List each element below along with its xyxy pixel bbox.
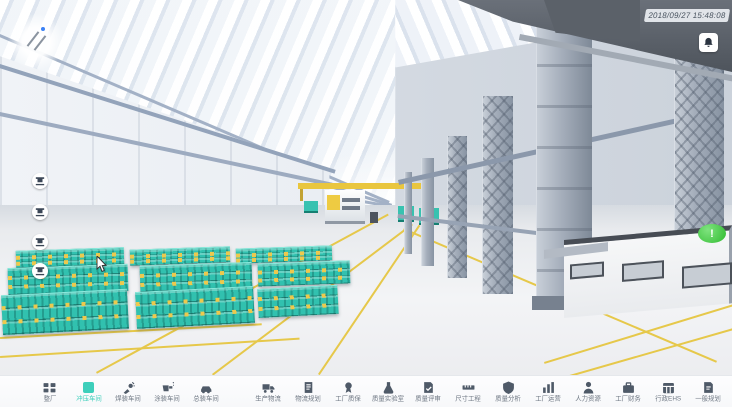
module-dimension-engineering[interactable]: 尺寸工程 xyxy=(448,376,488,407)
alert-label: ! xyxy=(710,228,714,240)
clock: 2018/09/27 15:48:08 xyxy=(644,9,730,22)
toolbar-item-label: 涂装车间 xyxy=(154,395,180,402)
tab-assembly-shop[interactable]: 总装车间 xyxy=(187,376,226,407)
toolbar-item-label: 生产物流 xyxy=(255,395,281,402)
module-logistics-planning[interactable]: 物流规划 xyxy=(288,376,328,407)
module-factory-operations[interactable]: 工厂运营 xyxy=(528,376,568,407)
module-factory-finance[interactable]: 工厂财务 xyxy=(608,376,648,407)
module-general-planning[interactable]: 一般规划 xyxy=(688,376,728,407)
toolbar-item-label: 总装车间 xyxy=(194,395,220,402)
bell-icon xyxy=(703,37,714,48)
module-quality-review[interactable]: 质量评审 xyxy=(408,376,448,407)
welding-icon xyxy=(122,381,135,394)
toolbar-item-label: 焊装车间 xyxy=(115,395,141,402)
compass-gizmo[interactable] xyxy=(8,14,64,70)
press-machine-detail xyxy=(327,195,340,210)
control-room-window xyxy=(570,262,604,280)
die-rack xyxy=(257,285,338,318)
toolbar-item-label: 工厂运营 xyxy=(535,395,561,402)
bottom-toolbar: 整厂 冲压车间 焊装车间 涂装车间 总装车间 生产物流 物流规划 工厂质保 质量实验室 质量评审… xyxy=(0,375,732,407)
toolbar-item-label: 物流规划 xyxy=(295,395,321,402)
toolbar-item-label: 行政EHS xyxy=(655,395,681,402)
ruler-icon xyxy=(462,381,475,394)
assembly-car-icon xyxy=(200,381,213,394)
briefcase-icon xyxy=(622,381,635,394)
digital-twin-app: ! 2018/09/27 15:48:08 整厂 冲压车间 焊装车间 涂装车间 总装车间… xyxy=(0,0,732,407)
press-machine-detail xyxy=(342,198,360,202)
mouse-cursor xyxy=(96,256,109,273)
3d-viewport[interactable]: ! 2018/09/27 15:48:08 xyxy=(0,0,732,375)
toolbar-item-label: 一般规划 xyxy=(695,395,721,402)
press-machine-detail xyxy=(342,206,360,210)
workshop-tabs: 整厂 冲压车间 焊装车间 涂装车间 总装车间 xyxy=(30,376,226,407)
toolbar-item-label: 质量分析 xyxy=(495,395,521,402)
compass-needle xyxy=(34,35,47,50)
plan-doc-icon xyxy=(702,381,715,394)
camera-preset-1[interactable] xyxy=(32,173,48,189)
press-machine-icon xyxy=(35,266,45,276)
camera-preset-2[interactable] xyxy=(32,204,48,220)
module-quality-lab[interactable]: 质量实验室 xyxy=(368,376,408,407)
module-admin-ehs[interactable]: 行政EHS xyxy=(648,376,688,407)
camera-preset-4[interactable] xyxy=(32,263,48,279)
timestamp-text: 2018/09/27 15:48:08 xyxy=(648,11,727,20)
tab-whole-plant[interactable]: 整厂 xyxy=(30,376,69,407)
module-factory-qa[interactable]: 工厂质保 xyxy=(328,376,368,407)
steel-column xyxy=(447,136,467,278)
review-doc-icon xyxy=(422,381,435,394)
toolbar-item-label: 人力资源 xyxy=(575,395,601,402)
toolbar-item-label: 尺寸工程 xyxy=(455,395,481,402)
steel-column xyxy=(404,172,412,254)
control-room-window xyxy=(622,260,664,282)
toolbar-item-label: 冲压车间 xyxy=(76,395,102,402)
plant-overview-icon xyxy=(43,381,56,394)
flask-icon xyxy=(382,381,395,394)
shield-icon xyxy=(502,381,515,394)
paint-spray-icon xyxy=(161,381,174,394)
module-menu: 生产物流 物流规划 工厂质保 质量实验室 质量评审 尺寸工程 质量分析 工厂运营 人力资源 工厂财… xyxy=(248,376,728,407)
toolbar-item-label: 质量实验室 xyxy=(372,395,404,402)
control-room-window xyxy=(682,262,732,288)
press-machine-icon xyxy=(35,207,45,217)
press-machine-icon xyxy=(35,237,45,247)
die-rack xyxy=(135,286,255,329)
toolbar-item-label: 工厂财务 xyxy=(615,395,641,402)
stamping-active-icon xyxy=(83,382,94,393)
steel-column xyxy=(482,96,513,294)
toolbar-item-label: 整厂 xyxy=(43,395,56,402)
chart-icon xyxy=(542,381,555,394)
tab-painting-shop[interactable]: 涂装车间 xyxy=(148,376,187,407)
die-rack xyxy=(258,260,351,286)
die-rack xyxy=(1,289,129,336)
forklift xyxy=(370,212,378,223)
alert-marker[interactable]: ! xyxy=(698,224,726,243)
tab-stamping-shop[interactable]: 冲压车间 xyxy=(69,376,108,407)
toolbar-item-label: 工厂质保 xyxy=(335,395,361,402)
camera-preset-3[interactable] xyxy=(32,234,48,250)
person-icon xyxy=(582,381,595,394)
press-machine-icon xyxy=(35,176,45,186)
toolbar-item-label: 质量评审 xyxy=(415,395,441,402)
tab-welding-shop[interactable]: 焊装车间 xyxy=(108,376,147,407)
clipboard-icon xyxy=(302,381,315,394)
compass-dot xyxy=(41,27,45,31)
grid-icon xyxy=(662,381,675,394)
truck-icon xyxy=(262,381,275,394)
notifications-button[interactable] xyxy=(699,33,718,52)
machine xyxy=(304,201,318,213)
module-human-resources[interactable]: 人力资源 xyxy=(568,376,608,407)
crane-leg xyxy=(300,189,303,201)
badge-icon xyxy=(342,381,355,394)
module-quality-analysis[interactable]: 质量分析 xyxy=(488,376,528,407)
module-production-logistics[interactable]: 生产物流 xyxy=(248,376,288,407)
